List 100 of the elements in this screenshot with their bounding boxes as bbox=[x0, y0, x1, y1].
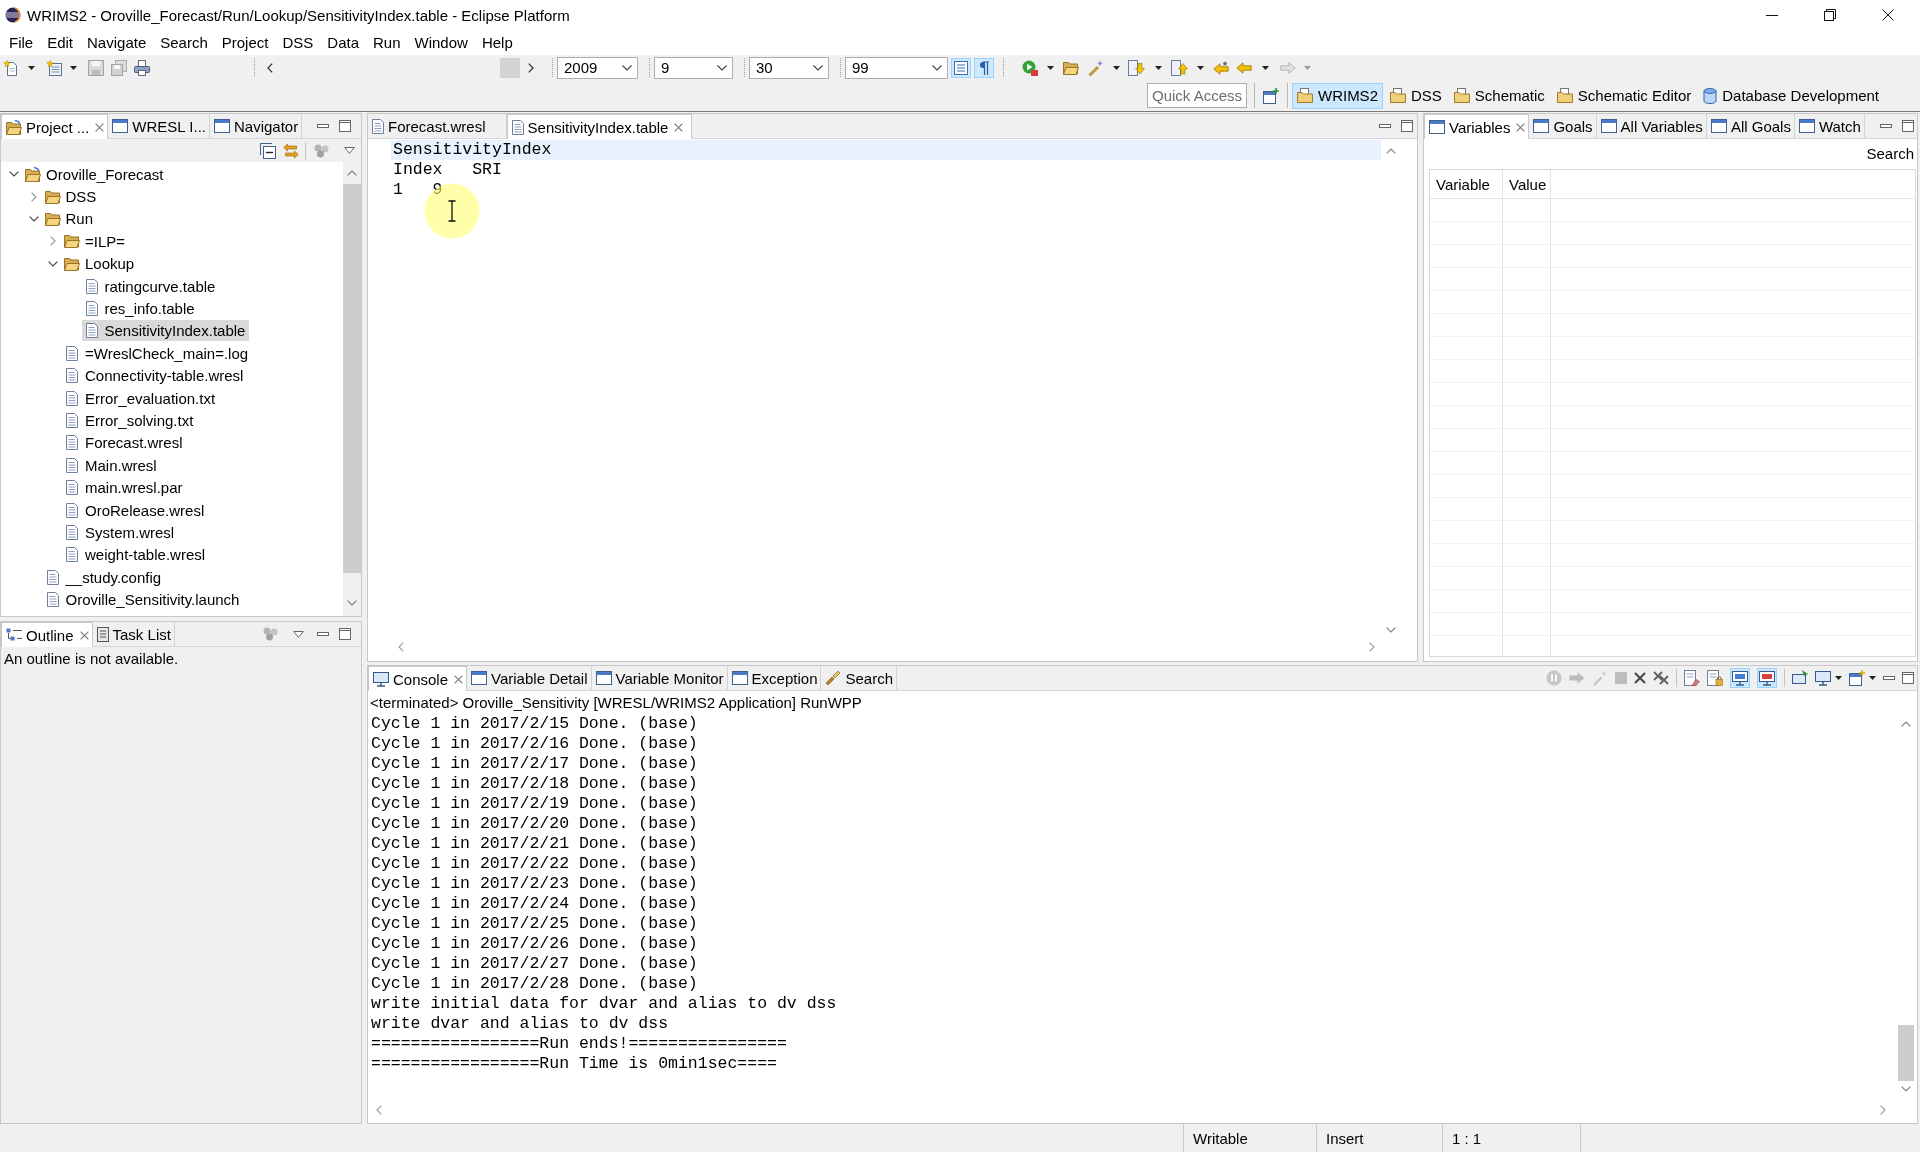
caret-down-icon[interactable] bbox=[28, 65, 35, 70]
tab[interactable]: Search bbox=[821, 666, 897, 690]
caret-down-icon[interactable] bbox=[70, 65, 77, 70]
perspective-button[interactable]: WRIMS2 bbox=[1291, 82, 1383, 109]
caret-down-icon[interactable] bbox=[1197, 65, 1204, 70]
tree-item[interactable]: ratingcurve.table bbox=[81, 275, 220, 297]
window-plus-icon[interactable] bbox=[1262, 87, 1279, 104]
perspective-button[interactable]: Schematic bbox=[1448, 82, 1550, 109]
menu-item[interactable]: Edit bbox=[40, 32, 81, 53]
tab[interactable]: Variables bbox=[1424, 114, 1530, 139]
tree-item[interactable]: res_info.table bbox=[81, 298, 199, 320]
maximize-icon[interactable] bbox=[1902, 672, 1914, 684]
view-menu-icon[interactable] bbox=[293, 630, 304, 638]
menu-item[interactable]: Help bbox=[474, 32, 520, 53]
caret-down-icon[interactable] bbox=[1869, 676, 1876, 680]
menu-item[interactable]: Search bbox=[153, 32, 215, 53]
maximize-icon[interactable] bbox=[1902, 120, 1914, 132]
tab[interactable]: Goals bbox=[1529, 114, 1597, 138]
tab[interactable]: Variable Detail bbox=[467, 666, 592, 690]
menu-item[interactable]: DSS bbox=[275, 32, 321, 53]
monitor-icon[interactable] bbox=[1815, 670, 1831, 686]
quick-access-field[interactable]: Quick Access bbox=[1146, 83, 1247, 108]
tree-item[interactable]: Error_evaluation.txt bbox=[62, 387, 220, 409]
swap-arrows-icon[interactable] bbox=[283, 142, 299, 159]
document-eraser-icon[interactable] bbox=[1684, 670, 1700, 686]
document-lock-icon[interactable] bbox=[1707, 670, 1723, 686]
tab[interactable]: All Goals bbox=[1706, 114, 1795, 138]
folder-icon[interactable] bbox=[1063, 60, 1079, 75]
menu-item[interactable]: Navigate bbox=[80, 32, 154, 53]
maximize-icon[interactable] bbox=[339, 628, 351, 640]
maximize-icon[interactable] bbox=[1401, 120, 1413, 132]
tree-item[interactable]: __study.config bbox=[42, 566, 166, 588]
up-arrow-icon[interactable] bbox=[1171, 59, 1188, 76]
caret-down-icon[interactable] bbox=[1113, 65, 1120, 70]
close-icon[interactable] bbox=[1882, 9, 1894, 21]
toggle-button[interactable] bbox=[1757, 668, 1777, 688]
tree-item[interactable]: System.wresl bbox=[62, 521, 179, 543]
down-arrow-icon[interactable] bbox=[1128, 59, 1145, 76]
scrollbar-thumb[interactable] bbox=[1898, 1025, 1914, 1081]
tree-item[interactable]: weight-table.wresl bbox=[62, 544, 210, 566]
toggle-button[interactable] bbox=[1730, 668, 1750, 688]
column-header[interactable]: Variable bbox=[1430, 170, 1503, 198]
tree-item[interactable]: =WreslCheck_main=.log bbox=[62, 342, 253, 364]
search-button[interactable]: Search bbox=[1864, 143, 1916, 164]
tree-item[interactable]: Lookup bbox=[62, 253, 139, 275]
dropdown[interactable]: 99 bbox=[845, 56, 948, 79]
monitor-flag-icon[interactable] bbox=[1792, 670, 1808, 686]
x-mark-icon[interactable] bbox=[1634, 672, 1646, 684]
tree-item[interactable]: Error_solving.txt bbox=[62, 410, 198, 431]
new-file-icon[interactable] bbox=[3, 59, 19, 76]
run-icon[interactable] bbox=[1022, 59, 1038, 76]
tree-item[interactable]: Forecast.wresl bbox=[62, 432, 187, 454]
tree-item[interactable]: Connectivity-table.wresl bbox=[62, 365, 248, 387]
print-icon[interactable] bbox=[134, 59, 150, 76]
tab[interactable]: SensitivityIndex.table bbox=[506, 114, 693, 139]
chevron-up-icon[interactable] bbox=[347, 170, 357, 176]
dropdown[interactable]: 2009 bbox=[557, 56, 638, 79]
tree-item[interactable]: main.wresl.par bbox=[62, 477, 187, 499]
tree-item[interactable]: SensitivityIndex.table bbox=[81, 320, 250, 342]
tree-item[interactable]: Run bbox=[42, 208, 98, 230]
collapse-all-icon[interactable] bbox=[260, 142, 276, 159]
chevron-down-icon[interactable] bbox=[48, 260, 58, 267]
caret-down-icon[interactable] bbox=[1835, 676, 1842, 680]
chevron-left-icon[interactable] bbox=[267, 62, 273, 73]
column-header[interactable]: Value bbox=[1503, 170, 1551, 198]
minimize-icon[interactable] bbox=[1766, 14, 1778, 16]
chevron-down-icon[interactable] bbox=[28, 215, 39, 222]
menu-item[interactable]: File bbox=[2, 32, 41, 53]
tree-item[interactable]: =ILP= bbox=[62, 230, 130, 252]
wand-icon[interactable] bbox=[1088, 59, 1104, 76]
menu-item[interactable]: Project bbox=[214, 32, 276, 53]
tab[interactable]: Forecast.wresl bbox=[368, 114, 507, 138]
caret-down-icon[interactable] bbox=[1047, 65, 1054, 70]
chevron-up-icon[interactable] bbox=[1386, 148, 1396, 154]
new-document-icon[interactable] bbox=[46, 59, 62, 76]
tree-item[interactable]: Main.wresl bbox=[62, 454, 161, 476]
tab[interactable]: Exception bbox=[727, 666, 822, 690]
chevron-down-icon[interactable] bbox=[9, 171, 19, 178]
tree-item[interactable]: DSS bbox=[42, 186, 101, 208]
tab[interactable]: Navigator bbox=[210, 114, 303, 138]
perspective-button[interactable]: DSS bbox=[1384, 82, 1447, 109]
view-menu-icon[interactable] bbox=[344, 147, 355, 154]
caret-down-icon[interactable] bbox=[1155, 65, 1162, 70]
tree-item[interactable]: Oroville_Forecast bbox=[23, 163, 168, 185]
tab[interactable]: All Variables bbox=[1596, 114, 1707, 138]
perspective-button[interactable]: Schematic Editor bbox=[1551, 82, 1697, 109]
caret-down-icon[interactable] bbox=[1262, 65, 1269, 70]
dropdown[interactable]: 9 bbox=[654, 56, 733, 79]
tab[interactable]: Task List bbox=[92, 622, 175, 646]
double-x-icon[interactable] bbox=[1653, 671, 1669, 685]
tab[interactable]: Outline bbox=[1, 622, 93, 647]
back-arrow-icon[interactable] bbox=[1213, 60, 1229, 75]
perspective-button[interactable]: Database Development bbox=[1698, 82, 1884, 109]
tab[interactable]: Console bbox=[368, 666, 468, 691]
tree-item[interactable]: OroRelease.wresl bbox=[62, 499, 209, 521]
window-plus-icon[interactable] bbox=[1849, 670, 1865, 686]
tab[interactable]: Project ... bbox=[1, 114, 109, 139]
tab[interactable]: Watch bbox=[1794, 114, 1865, 138]
dropdown[interactable]: 30 bbox=[749, 56, 829, 79]
menu-item[interactable]: Data bbox=[320, 32, 366, 53]
